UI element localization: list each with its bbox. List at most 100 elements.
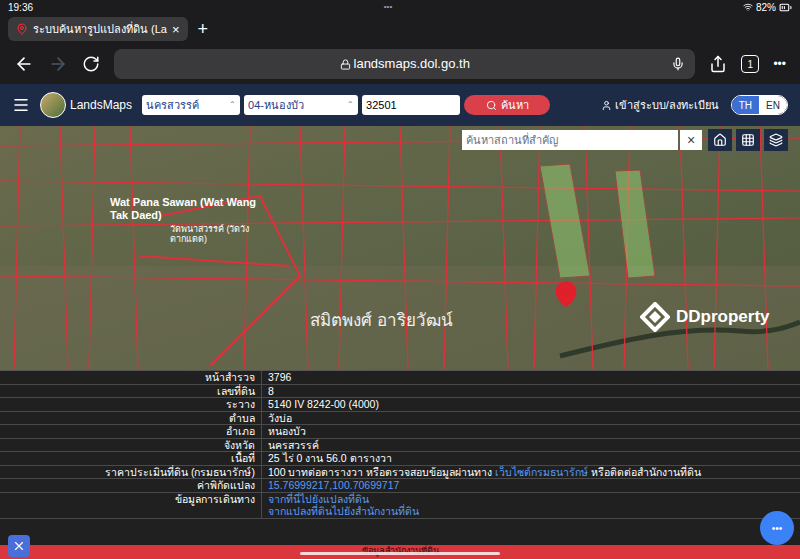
info-row: ตำบล วังบ่อ [0, 412, 800, 426]
info-link[interactable]: 15.76999217,100.70699717 [268, 479, 399, 491]
user-icon [601, 100, 612, 111]
info-value: 5140 IV 8242-00 (4000) [262, 398, 800, 411]
info-label: อำเภอ [0, 425, 262, 438]
status-bar: 19:36 ••• 82% [0, 0, 800, 14]
place-label-thai: วัดพนาสวรรค์ (วัดวังตากแดด) [170, 224, 250, 244]
info-value: หนองบัว [262, 425, 800, 438]
search-button[interactable]: ค้นหา [464, 95, 550, 115]
info-row: จังหวัด นครสวรรค์ [0, 439, 800, 453]
layers-button[interactable] [764, 129, 788, 151]
info-value: 15.76999217,100.70699717 [262, 479, 800, 492]
info-link[interactable]: จากที่นี่ไปยังแปลงที่ดิน [268, 493, 369, 505]
tab-title: ระบบค้นหารูปแปลงที่ดิน (La [33, 21, 167, 38]
home-indicator [300, 552, 500, 555]
map[interactable]: ค้นหาสถานที่สำคัญ× Wat Pana Sawan (Wat Wa… [0, 126, 800, 370]
screen: 19:36 ••• 82% ระบบค้นหารูปแปลงที่ดิน (La × + l… [0, 0, 800, 559]
info-text: 3796 [268, 371, 291, 383]
login-link[interactable]: เข้าสู่ระบบ/ลงทะเบียน [601, 97, 719, 114]
back-arrow-icon[interactable] [14, 54, 34, 74]
place-search-clear[interactable]: × [680, 130, 702, 150]
forward-arrow-icon[interactable] [48, 54, 68, 74]
info-text: 8 [268, 385, 274, 397]
info-text: หนองบัว [268, 425, 306, 437]
select-arrow-icon: ⌃ [229, 99, 236, 111]
battery-level: 82% [756, 0, 776, 15]
info-label: ราคาประเมินที่ดิน (กรมธนารักษ์) [0, 466, 262, 479]
favicon-pin-icon [16, 23, 28, 35]
search-icon [486, 100, 497, 111]
province-value: นครสวรรค์ [146, 97, 229, 114]
map-tools [708, 129, 788, 151]
district-select[interactable]: 04-หนองบัว⌃ [244, 95, 358, 115]
layers-icon [769, 133, 783, 147]
parcel-input[interactable]: 32501 [362, 95, 460, 115]
district-value: 04-หนองบัว [248, 97, 347, 114]
info-value: 100 บาทต่อตารางวา หรือตรวจสอบข้อมูลผ่านท… [262, 466, 800, 479]
app-logo-text: LandsMaps [70, 96, 132, 114]
info-text: วังบ่อ [268, 412, 292, 424]
info-label: ระวาง [0, 398, 262, 411]
info-row: หน้าสำรวจ 3796 [0, 371, 800, 385]
select-arrow-icon: ⌃ [347, 99, 354, 111]
info-row: ระวาง5140 IV 8242-00 (4000) [0, 398, 800, 412]
info-link[interactable]: เว็บไซต์กรมธนารักษ์ [495, 466, 588, 478]
new-tab-button[interactable]: + [198, 20, 209, 38]
location-pin-icon [552, 280, 580, 308]
share-icon[interactable] [709, 55, 727, 73]
tab-count[interactable]: 1 [741, 55, 759, 73]
info-row: ข้อมูลการเดินทางจากที่นี่ไปยังแปลงที่ดิน… [0, 493, 800, 519]
info-label: เนื้อที่ [0, 452, 262, 465]
info-value: จากที่นี่ไปยังแปลงที่ดินจากแปลงที่ดินไปย… [262, 493, 800, 518]
app-header: LandsMapsนครสวรรค์⌃04-หนองบัว⌃32501ค้นหา… [0, 84, 800, 126]
brand-logo: DDproperty [640, 302, 770, 332]
mic-icon[interactable] [671, 57, 685, 71]
tab-bar: ระบบค้นหารูปแปลงที่ดิน (La × + [0, 14, 800, 44]
info-row: เนื้อที่25 ไร่ 0 งาน 56.0 ตารางวา [0, 452, 800, 466]
place-label[interactable]: Wat Pana Sawan (Wat Wang Tak Daed) [110, 196, 260, 222]
menu-icon[interactable] [12, 96, 30, 114]
language-toggle: THEN [731, 95, 788, 115]
info-label: หน้าสำรวจ [0, 371, 262, 384]
info-label: ค่าพิกัดแปลง [0, 479, 262, 492]
info-label: ตำบล [0, 412, 262, 425]
info-value: 3796 [262, 371, 800, 384]
language-option[interactable]: TH [732, 96, 759, 114]
url-field[interactable]: landsmaps.dol.go.th [114, 49, 695, 79]
status-dots: ••• [384, 1, 392, 13]
browser-tab[interactable]: ระบบค้นหารูปแปลงที่ดิน (La × [8, 17, 188, 41]
info-text: นครสวรรค์ [268, 439, 319, 451]
url-text: landsmaps.dol.go.th [354, 54, 470, 74]
grid-button[interactable] [736, 129, 760, 151]
close-panel-button[interactable] [8, 535, 30, 557]
ddproperty-icon [640, 302, 670, 332]
province-select[interactable]: นครสวรรค์⌃ [142, 95, 240, 115]
info-value: 8 [262, 385, 800, 398]
info-row: ค่าพิกัดแปลง 15.76999217,100.70699717 [0, 479, 800, 493]
watermark: สมิตพงศ์ อาริยวัฒน์ [310, 308, 453, 334]
close-icon [12, 539, 26, 553]
brand-text: DDproperty [676, 304, 770, 330]
status-right: 82% [743, 0, 792, 15]
more-button[interactable]: ••• [773, 55, 786, 73]
language-option[interactable]: EN [759, 96, 787, 114]
info-value: วังบ่อ [262, 412, 800, 425]
info-link[interactable]: จากแปลงที่ดินไปยังสำนักงานที่ดิน [268, 505, 419, 517]
lock-icon [340, 59, 351, 70]
wifi-icon [743, 2, 753, 12]
info-label: เลขที่ดิน [0, 385, 262, 398]
info-label: จังหวัด [0, 439, 262, 452]
tab-close[interactable]: × [172, 23, 180, 36]
home-button[interactable] [708, 129, 732, 151]
info-text: 100 บาทต่อตารางวา หรือตรวจสอบข้อมูลผ่านท… [268, 466, 495, 478]
info-value: นครสวรรค์ [262, 439, 800, 452]
parcel-info-table: หน้าสำรวจ3796เลขที่ดิน8ระวาง5140 IV 8242… [0, 370, 800, 545]
reload-icon[interactable] [82, 55, 100, 73]
status-time: 19:36 [8, 0, 33, 15]
address-bar: landsmaps.dol.go.th 1 ••• [0, 44, 800, 84]
info-text: หรือติดต่อสำนักงานที่ดิน [588, 466, 701, 478]
place-search-field[interactable]: ค้นหาสถานที่สำคัญ [462, 130, 678, 150]
battery-icon [779, 1, 792, 14]
info-value: 25 ไร่ 0 งาน 56.0 ตารางวา [262, 452, 800, 465]
fab-button[interactable]: ••• [760, 511, 794, 545]
info-row: เลขที่ดิน 8 [0, 385, 800, 399]
